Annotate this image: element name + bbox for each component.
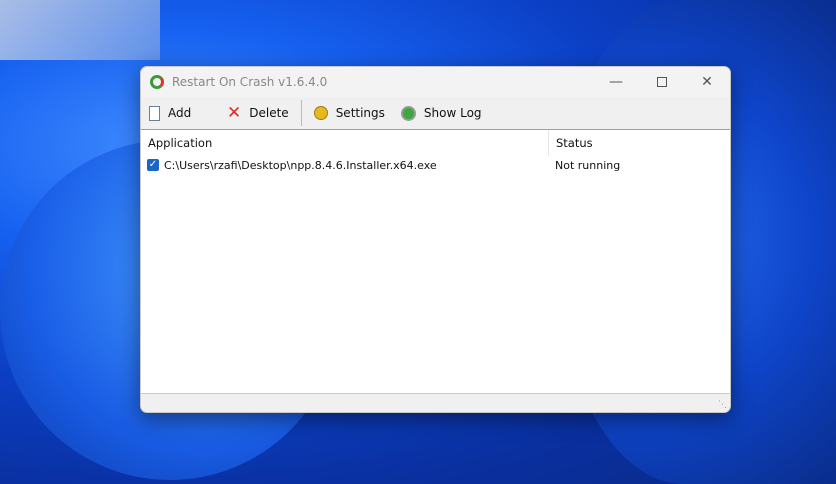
close-icon: ✕	[701, 74, 713, 90]
resize-grip-icon[interactable]: ⋱	[718, 400, 727, 410]
column-header-application[interactable]: Application	[141, 130, 549, 156]
minimize-button[interactable]: —	[593, 67, 639, 97]
maximize-icon	[657, 77, 667, 87]
list-header: Application Status	[141, 130, 730, 156]
delete-x-icon: ✕	[227, 103, 242, 123]
settings-gear-icon	[313, 106, 328, 120]
add-label: Add	[168, 106, 192, 120]
window-title: Restart On Crash v1.6.4.0	[172, 75, 328, 89]
app-window: Restart On Crash v1.6.4.0 — ✕ Add ✕ Dele…	[140, 66, 731, 413]
minimize-icon: —	[609, 74, 623, 90]
close-button[interactable]: ✕	[684, 67, 730, 97]
column-header-status[interactable]: Status	[549, 136, 593, 150]
toolbar-separator	[300, 100, 302, 126]
maximize-button[interactable]	[639, 67, 685, 97]
application-list[interactable]: Application Status ✓ C:\Users\rzafi\Desk…	[141, 130, 730, 394]
log-gauge-icon	[400, 105, 416, 121]
show-log-button[interactable]: Show Log	[393, 99, 490, 127]
app-icon	[150, 75, 164, 89]
application-path: C:\Users\rzafi\Desktop\npp.8.4.6.Install…	[164, 158, 437, 172]
wallpaper-highlight	[0, 0, 160, 60]
toolbar: Add ✕ Delete Settings Show Log	[141, 97, 730, 130]
row-checkbox[interactable]: ✓	[147, 159, 159, 171]
application-status: Not running	[555, 158, 621, 172]
delete-button[interactable]: ✕ Delete	[219, 99, 297, 127]
settings-button[interactable]: Settings	[306, 99, 393, 127]
status-bar: ⋱	[141, 393, 730, 412]
document-icon	[149, 105, 160, 121]
title-bar[interactable]: Restart On Crash v1.6.4.0 — ✕	[141, 67, 730, 97]
table-row[interactable]: ✓ C:\Users\rzafi\Desktop\npp.8.4.6.Insta…	[141, 156, 730, 174]
add-button[interactable]: Add	[141, 99, 219, 127]
settings-label: Settings	[335, 106, 385, 120]
show-log-label: Show Log	[423, 106, 482, 120]
delete-label: Delete	[249, 106, 289, 120]
